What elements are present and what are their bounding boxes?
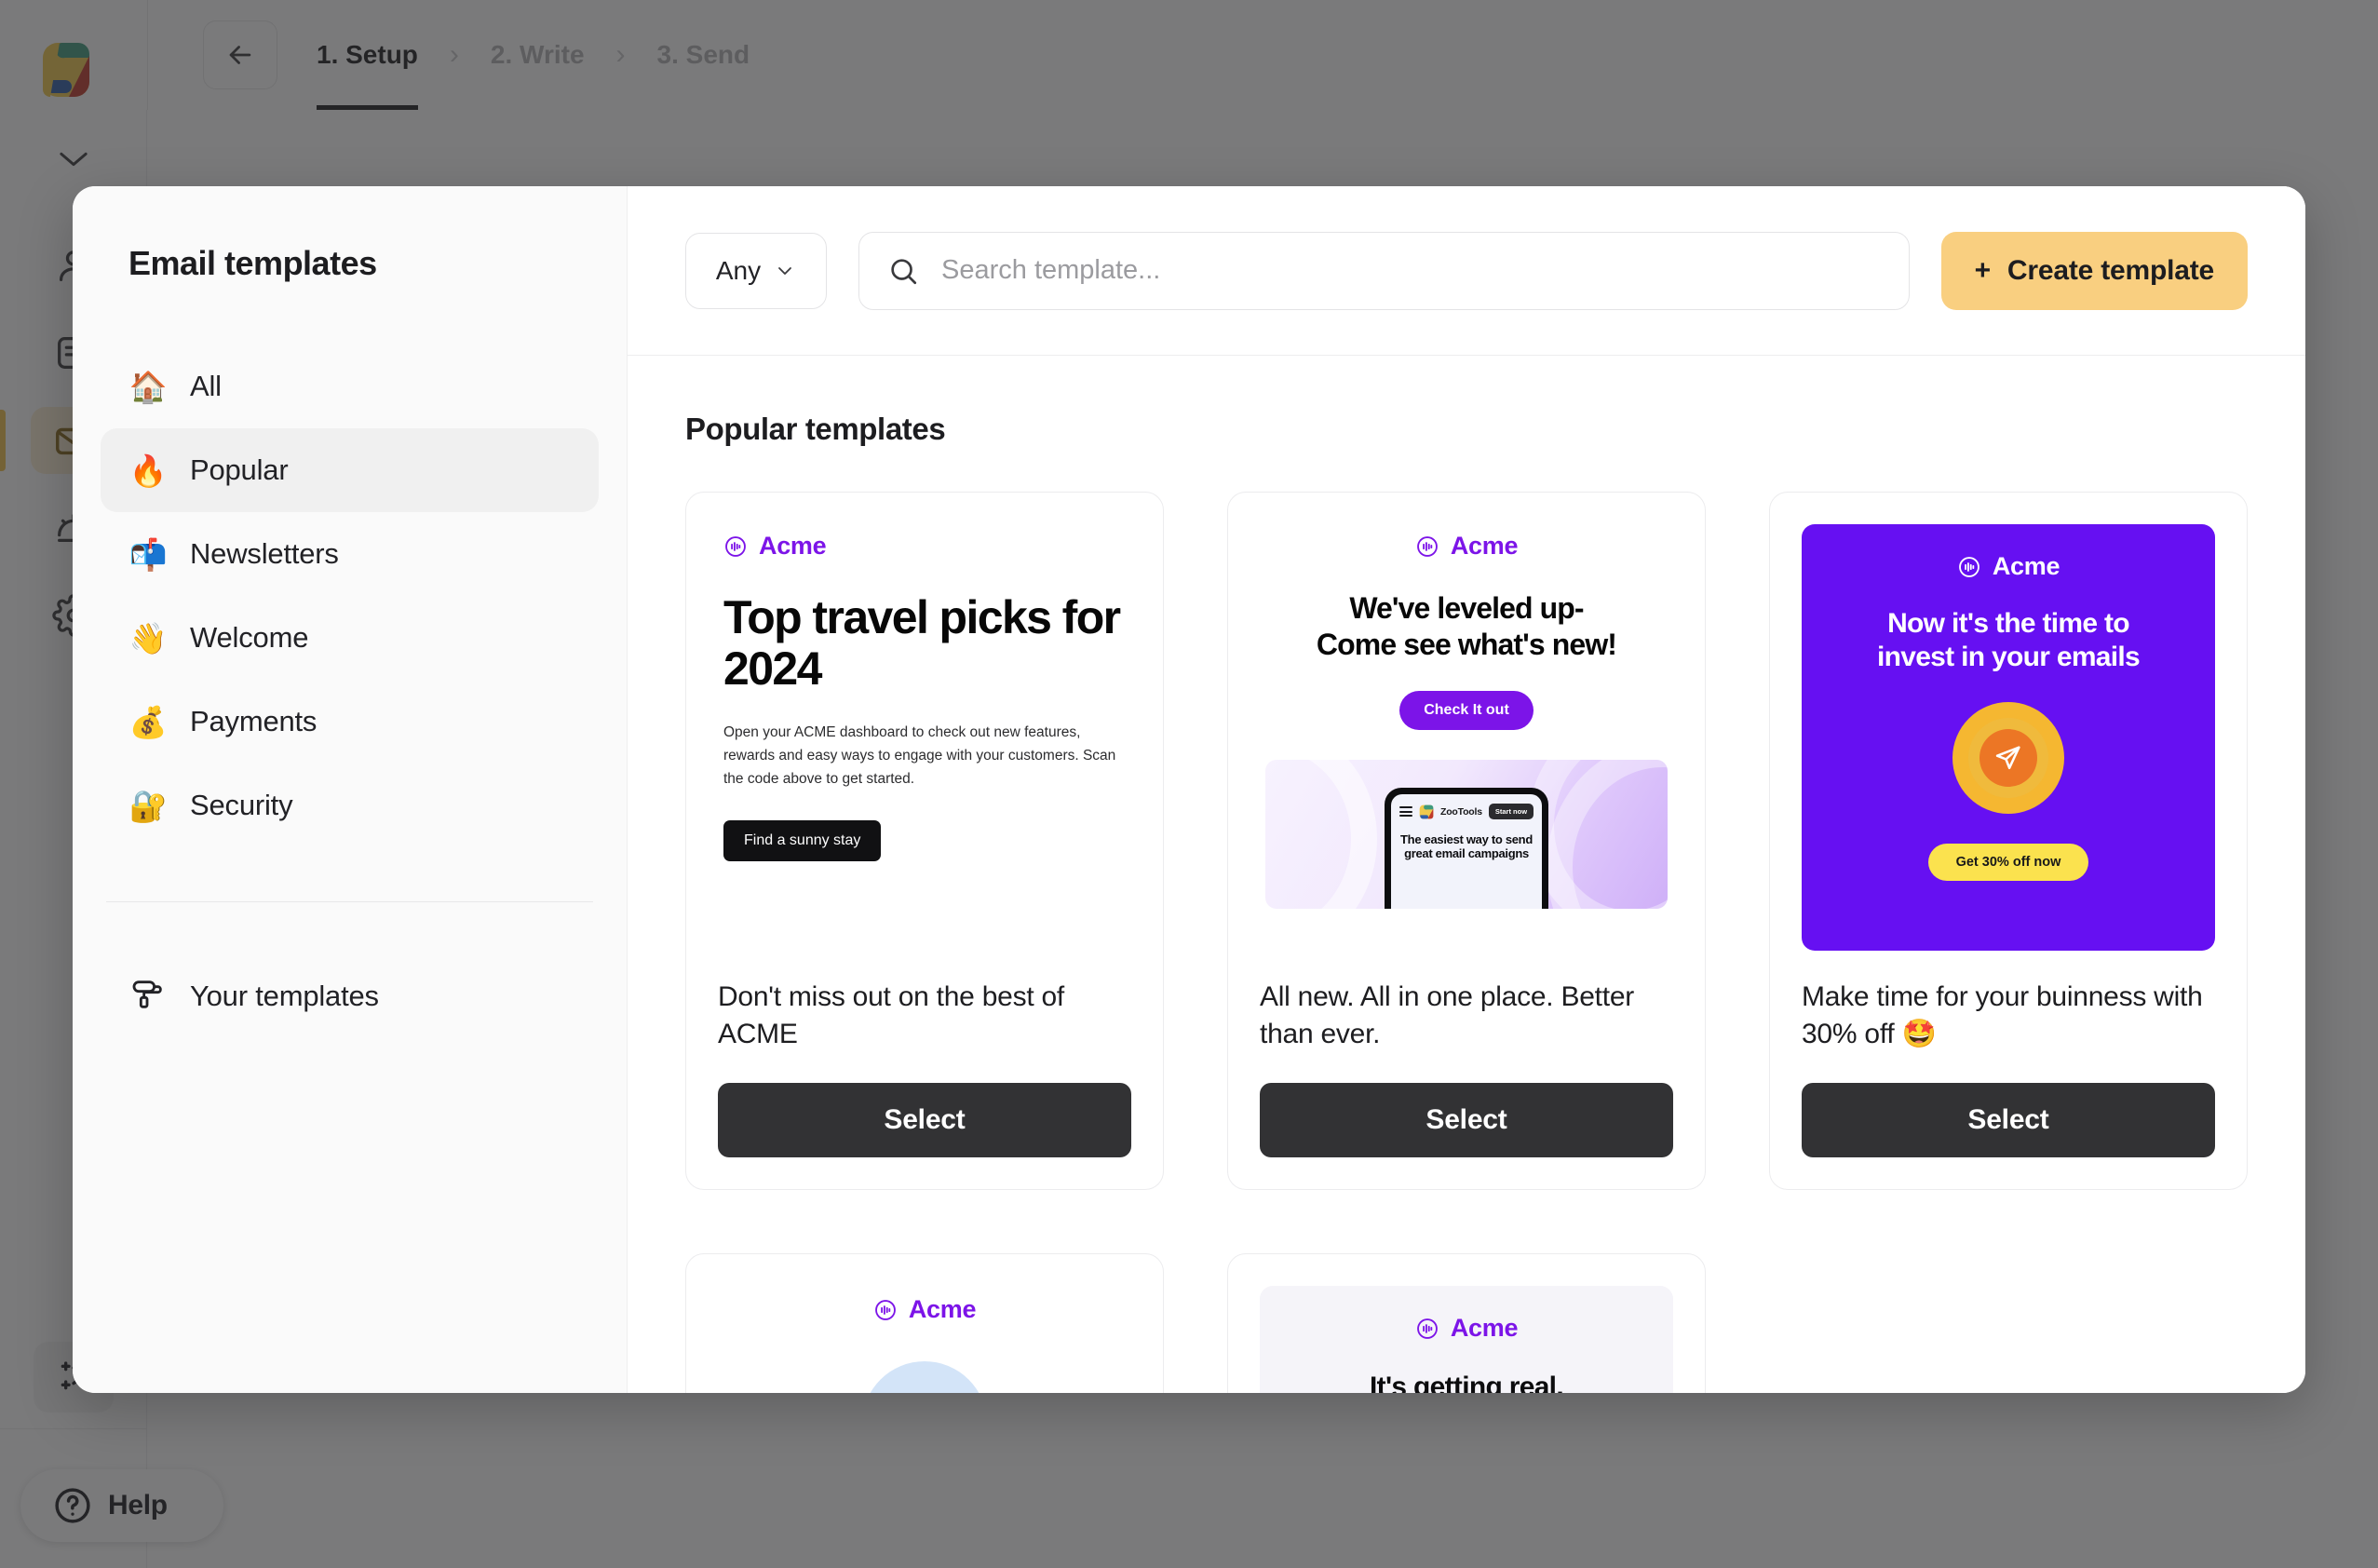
phone-cta-button: Start now bbox=[1488, 804, 1534, 820]
sidebar-item-welcome[interactable]: 👋 Welcome bbox=[101, 596, 599, 680]
sidebar-item-label: Your templates bbox=[190, 980, 379, 1012]
modal-toolbar: Any + Create template bbox=[628, 186, 2305, 356]
sidebar-item-label: Popular bbox=[190, 453, 289, 486]
phone-mockup: ZooTools Start now The easiest way to se… bbox=[1385, 788, 1548, 910]
search-input[interactable] bbox=[941, 255, 1881, 286]
template-caption: Don't miss out on the best of ACME bbox=[718, 981, 1065, 1049]
template-caption: Make time for your buinness with 30% off… bbox=[1802, 981, 2203, 1049]
acme-brand-lockup: Acme bbox=[1957, 552, 2060, 581]
search-box[interactable] bbox=[858, 231, 1910, 310]
qr-graphic bbox=[836, 1361, 1013, 1393]
template-headline-line2: invest in your emails bbox=[1876, 642, 2141, 672]
sidebar-item-label: All bbox=[190, 370, 222, 402]
template-card[interactable]: Acme We've leveled up- Come see what's n… bbox=[1227, 492, 1706, 1190]
acme-logo-icon bbox=[725, 535, 746, 557]
filter-select[interactable]: Any bbox=[685, 232, 827, 309]
select-button[interactable]: Select bbox=[1260, 1083, 1673, 1157]
create-template-label: Create template bbox=[2006, 254, 2214, 286]
acme-brand-name: Acme bbox=[1450, 532, 1519, 560]
acme-logo-icon bbox=[874, 1299, 896, 1320]
moneybag-emoji-icon: 💰 bbox=[128, 704, 168, 739]
acme-brand-name: Acme bbox=[1992, 552, 2060, 580]
templates-scroll-area[interactable]: Popular templates Acme Top travel picks … bbox=[628, 356, 2305, 1393]
template-preview: Acme Top travel picks for 2024 Open your… bbox=[718, 524, 1131, 951]
template-card[interactable]: Acme bbox=[685, 1253, 1164, 1393]
sidebar-item-payments[interactable]: 💰 Payments bbox=[101, 680, 599, 764]
sidebar-item-your-templates[interactable]: Your templates bbox=[101, 954, 599, 1038]
acme-brand-name: Acme bbox=[1450, 1314, 1519, 1342]
phone-headline: The easiest way to send great email camp… bbox=[1400, 832, 1533, 861]
send-icon bbox=[1995, 746, 2020, 770]
select-button[interactable]: Select bbox=[718, 1083, 1131, 1157]
sidebar-item-security[interactable]: 🔐 Security bbox=[101, 764, 599, 847]
mailbox-emoji-icon: 📬 bbox=[128, 536, 168, 572]
template-card[interactable]: Acme Now it's the time to invest in your… bbox=[1769, 492, 2248, 1190]
modal-sidebar: Email templates 🏠 All 🔥 Popular 📬 Newsle… bbox=[73, 186, 628, 1393]
phone-brand-name: ZooTools bbox=[1440, 805, 1482, 818]
modal-main: Any + Create template Popular templates bbox=[628, 186, 2305, 1393]
sidebar-item-newsletters[interactable]: 📬 Newsletters bbox=[101, 512, 599, 596]
section-title: Popular templates bbox=[685, 412, 946, 446]
template-body: Open your ACME dashboard to check out ne… bbox=[723, 724, 1116, 788]
email-templates-modal: Email templates 🏠 All 🔥 Popular 📬 Newsle… bbox=[73, 186, 2305, 1393]
acme-brand-lockup: Acme bbox=[723, 1295, 1126, 1324]
sidebar-item-all[interactable]: 🏠 All bbox=[101, 345, 599, 428]
template-caption: All new. All in one place. Better than e… bbox=[1260, 981, 1634, 1049]
sidebar-divider bbox=[106, 901, 593, 902]
template-headline-line2: Come see what's new! bbox=[1316, 628, 1617, 662]
acme-logo-icon bbox=[1416, 535, 1438, 557]
templates-grid: Acme Top travel picks for 2024 Open your… bbox=[685, 492, 2248, 1393]
sidebar-item-label: Payments bbox=[190, 705, 318, 737]
template-headline-line1: We've leveled up- bbox=[1349, 591, 1584, 625]
template-headline: Top travel picks for 2024 bbox=[723, 591, 1121, 695]
template-hero-image: ZooTools Start now The easiest way to se… bbox=[1265, 760, 1668, 910]
select-button[interactable]: Select bbox=[1802, 1083, 2215, 1157]
fire-emoji-icon: 🔥 bbox=[128, 453, 168, 488]
filter-value: Any bbox=[715, 255, 762, 285]
wave-emoji-icon: 👋 bbox=[128, 620, 168, 656]
acme-brand-name: Acme bbox=[759, 532, 827, 560]
lock-emoji-icon: 🔐 bbox=[128, 788, 168, 823]
acme-logo-icon bbox=[1958, 556, 1979, 577]
template-preview: Acme Now it's the time to invest in your… bbox=[1802, 524, 2215, 951]
hamburger-icon bbox=[1399, 806, 1412, 818]
send-medal-graphic bbox=[1952, 702, 2064, 814]
house-emoji-icon: 🏠 bbox=[128, 369, 168, 404]
template-cta: Get 30% off now bbox=[1927, 844, 2089, 881]
template-preview: Acme We've leveled up- Come see what's n… bbox=[1260, 524, 1673, 951]
template-card[interactable]: Acme Top travel picks for 2024 Open your… bbox=[685, 492, 1164, 1190]
template-cta: Find a sunny stay bbox=[723, 820, 882, 862]
chevron-down-icon bbox=[778, 266, 792, 275]
template-preview: Acme bbox=[718, 1286, 1131, 1393]
plus-icon: + bbox=[1974, 254, 1992, 286]
template-headline-line1: It's getting real. bbox=[1370, 1372, 1564, 1393]
template-cta: Check It out bbox=[1399, 691, 1534, 731]
template-card[interactable]: Acme It's getting real. A few tips to ma… bbox=[1227, 1253, 1706, 1393]
sidebar-item-label: Newsletters bbox=[190, 537, 339, 570]
paint-roller-icon bbox=[128, 976, 168, 1018]
modal-title: Email templates bbox=[128, 244, 377, 282]
acme-brand-lockup: Acme bbox=[1265, 532, 1668, 561]
search-icon bbox=[891, 258, 917, 284]
template-preview: Acme It's getting real. A few tips to ma… bbox=[1260, 1286, 1673, 1393]
create-template-button[interactable]: + Create template bbox=[1940, 231, 2248, 310]
acme-logo-icon bbox=[1416, 1318, 1438, 1339]
template-headline-line1: Now it's the time to bbox=[1887, 608, 2130, 639]
sidebar-item-label: Security bbox=[190, 789, 293, 821]
acme-brand-lockup: Acme bbox=[1280, 1314, 1653, 1343]
sidebar-item-popular[interactable]: 🔥 Popular bbox=[101, 428, 599, 512]
acme-brand-lockup: Acme bbox=[723, 532, 1126, 561]
sidebar-item-label: Welcome bbox=[190, 621, 309, 654]
acme-brand-name: Acme bbox=[908, 1295, 977, 1323]
zootools-logo-icon bbox=[1419, 804, 1434, 819]
category-list: 🏠 All 🔥 Popular 📬 Newsletters 👋 Welcome … bbox=[101, 345, 599, 847]
